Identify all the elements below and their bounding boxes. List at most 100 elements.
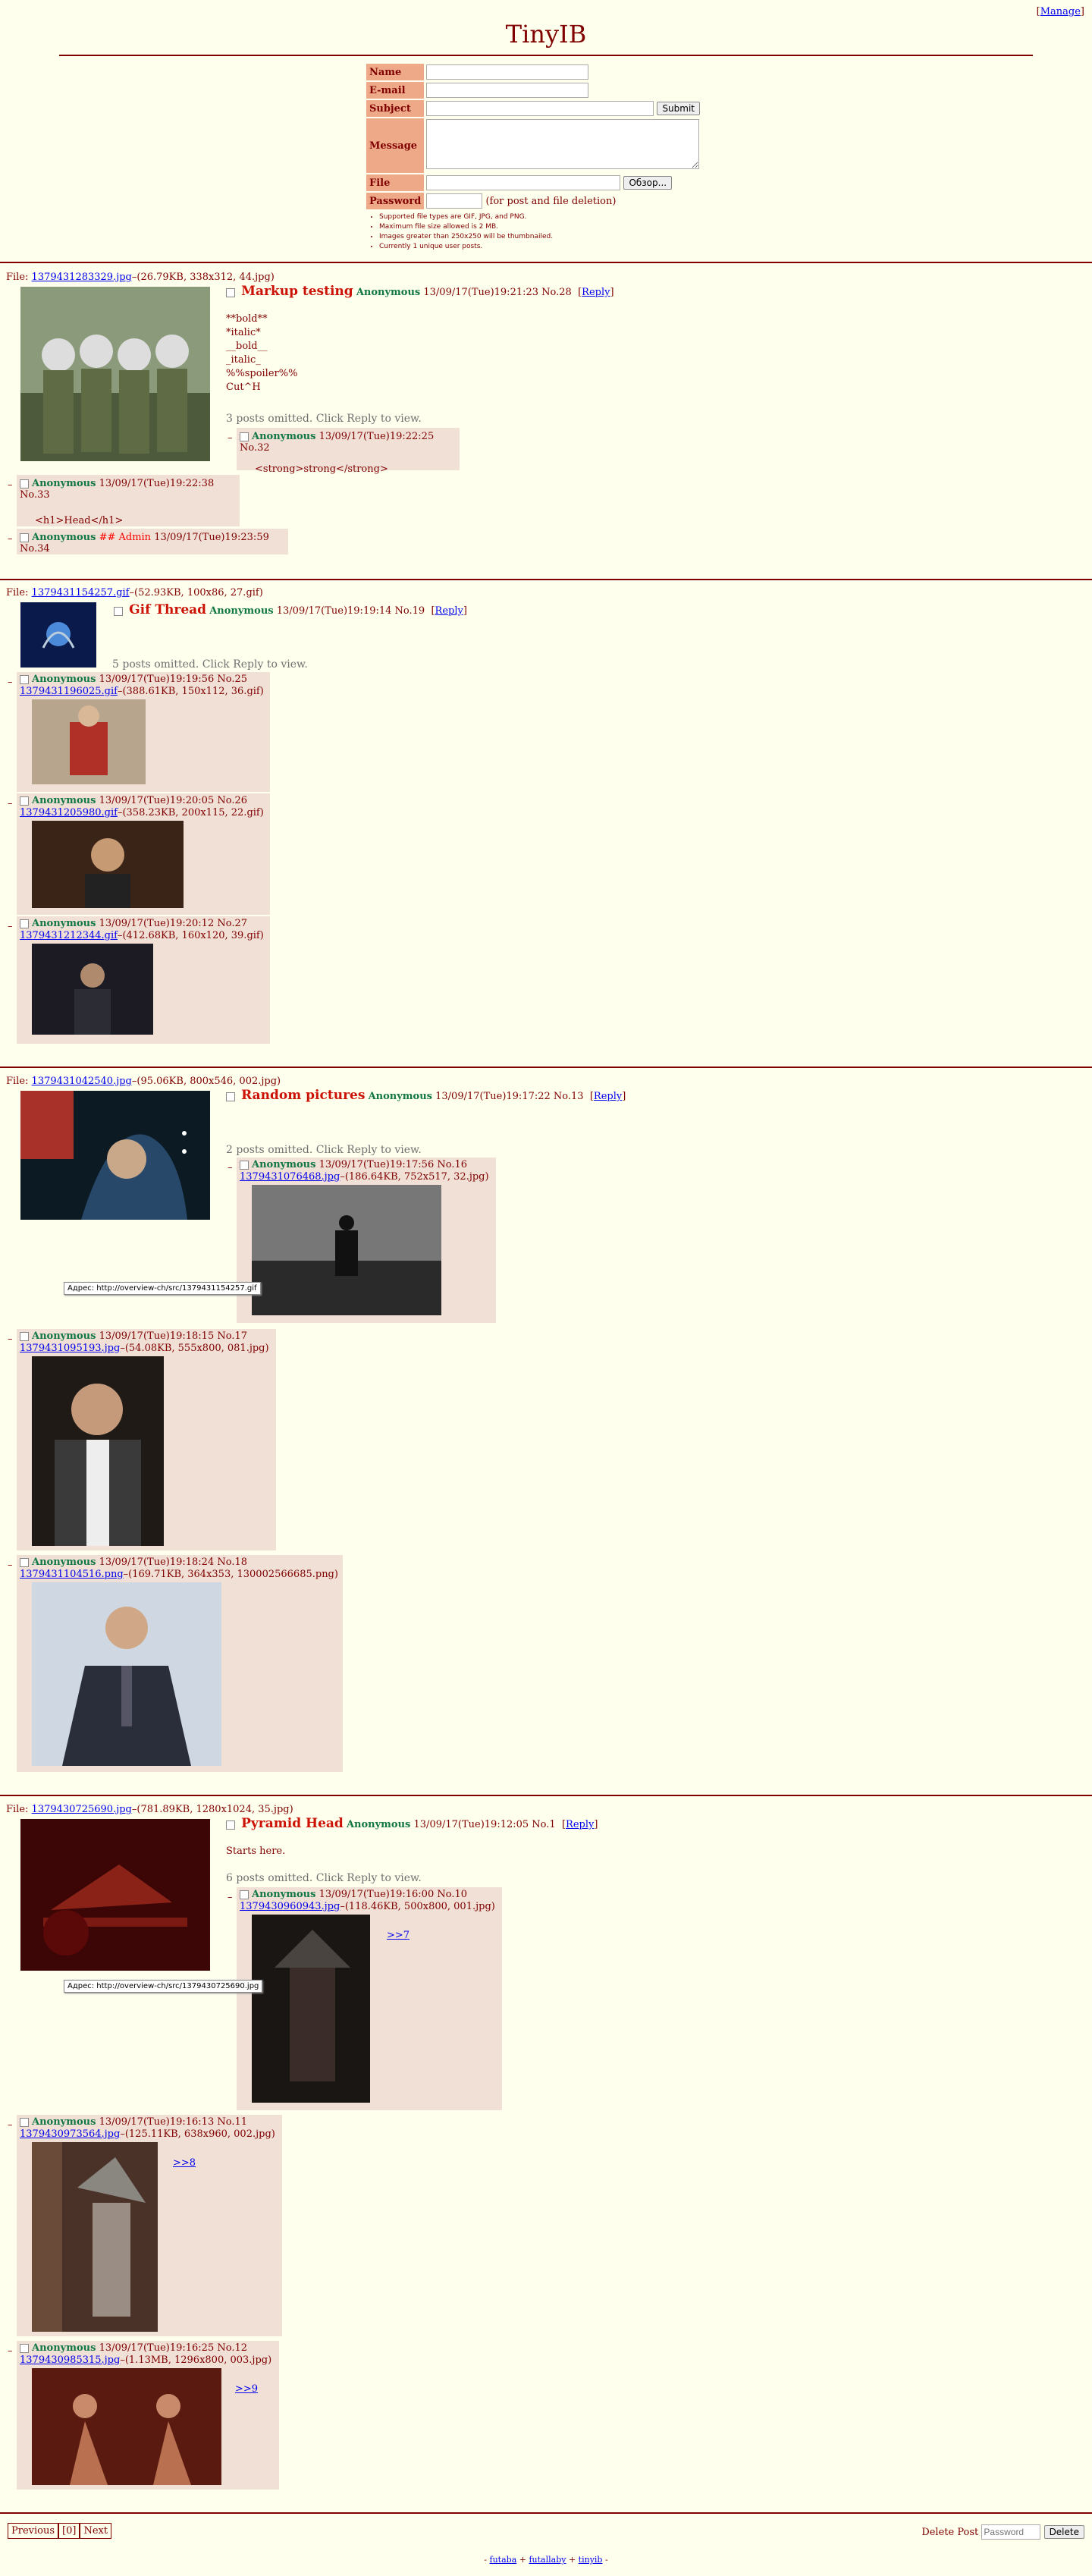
divider — [0, 262, 1092, 263]
file-link[interactable]: 1379431076468.jpg — [240, 1171, 340, 1183]
poster-name: Anonymous — [252, 431, 316, 442]
op-thumbnail[interactable] — [20, 287, 210, 461]
delete-password-input[interactable] — [981, 2524, 1041, 2540]
post-form: Name E-mail Subject Submit Message File … — [365, 62, 702, 211]
delete-checkbox[interactable] — [226, 287, 235, 297]
message-label: Message — [366, 118, 425, 173]
op-thumbnail[interactable] — [20, 1819, 210, 1971]
delete-checkbox[interactable] — [240, 432, 249, 441]
file-link[interactable]: 1379431095193.jpg — [20, 1343, 120, 1354]
quote-link[interactable]: >>8 — [173, 2157, 196, 2169]
browse-button[interactable]: Обзор... — [623, 176, 673, 190]
email-input[interactable] — [426, 83, 589, 98]
file-link[interactable]: 1379431212344.gif — [20, 930, 118, 941]
reply-thumbnail[interactable] — [252, 1915, 370, 2103]
rule-item: Images greater than 250x250 will be thum… — [379, 232, 553, 242]
quote-link[interactable]: >>9 — [235, 2383, 258, 2395]
message-line: **bold** — [226, 313, 268, 325]
file-link[interactable]: 1379431042540.jpg — [32, 1076, 132, 1087]
delete-checkbox[interactable] — [226, 1092, 235, 1101]
reply-thumbnail[interactable] — [32, 2142, 158, 2332]
post-date: 13/09/17(Tue)19:18:24 No.18 — [99, 1557, 247, 1568]
delete-checkbox[interactable] — [20, 479, 29, 488]
delete-checkbox[interactable] — [20, 1331, 29, 1341]
file-input[interactable] — [426, 175, 621, 190]
footer-link-tinyib[interactable]: tinyib — [579, 2555, 603, 2565]
op-thumbnail[interactable] — [20, 1091, 210, 1220]
file-prefix: File: — [6, 587, 32, 598]
reply-dash: – — [8, 1560, 13, 1571]
delete-checkbox[interactable] — [20, 1557, 29, 1567]
reply-thumbnail[interactable] — [32, 1356, 164, 1546]
delete-button[interactable]: Delete — [1043, 2525, 1084, 2539]
poster-name: Anonymous — [32, 1557, 96, 1568]
file-link[interactable]: 1379430973564.jpg — [20, 2128, 120, 2140]
thread-divider — [0, 2512, 1092, 2514]
reply-link[interactable]: Reply — [435, 605, 463, 617]
reply-header: Anonymous ## Admin 13/09/17(Tue)19:23:59… — [17, 529, 288, 558]
reply-thumbnail[interactable] — [32, 821, 184, 908]
reply-thumbnail[interactable] — [32, 2368, 221, 2485]
post-date: 13/09/17(Tue)19:18:15 No.17 — [99, 1330, 247, 1342]
reply-link[interactable]: Reply — [594, 1091, 622, 1102]
delete-checkbox[interactable] — [240, 1160, 249, 1170]
next-button[interactable]: Next — [80, 2523, 112, 2539]
name-input[interactable] — [426, 64, 589, 80]
delete-checkbox[interactable] — [20, 919, 29, 928]
reply-thumbnail[interactable] — [32, 944, 153, 1035]
poster-name: Anonymous — [368, 1091, 432, 1102]
delete-checkbox[interactable] — [226, 1820, 235, 1830]
reply-header: Anonymous 13/09/17(Tue)19:20:05 No.26 13… — [17, 793, 270, 821]
submit-button[interactable]: Submit — [657, 102, 701, 115]
message-textarea[interactable] — [426, 119, 700, 169]
delete-checkbox[interactable] — [20, 796, 29, 806]
poster-name: Anonymous — [252, 1159, 316, 1170]
file-meta: –(388.61KB, 150x112, 36.gif) — [117, 686, 264, 697]
reply-dash: – — [228, 432, 233, 444]
file-meta: –(118.46KB, 500x800, 001.jpg) — [340, 1901, 495, 1912]
delete-checkbox[interactable] — [20, 2117, 29, 2127]
footer-separator: - — [602, 2555, 608, 2565]
subject-input[interactable] — [426, 101, 654, 116]
file-link[interactable]: 1379430985315.jpg — [20, 2355, 120, 2366]
delete-checkbox[interactable] — [20, 674, 29, 684]
reply-link[interactable]: Reply — [566, 1819, 594, 1830]
delete-checkbox[interactable] — [20, 532, 29, 542]
thread-divider — [0, 1795, 1092, 1796]
message-line: __bold__ — [226, 341, 268, 352]
reply-dash: – — [8, 1334, 13, 1345]
board-title: TinyIB — [505, 20, 587, 49]
file-link[interactable]: 1379431283329.jpg — [32, 272, 132, 283]
reply-link[interactable]: Reply — [582, 287, 610, 298]
delete-checkbox[interactable] — [240, 1890, 249, 1899]
post-date: 13/09/17(Tue)19:16:13 No.11 — [99, 2116, 247, 2128]
post-subject: Pyramid Head — [241, 1816, 344, 1831]
manage-link[interactable]: Manage — [1040, 6, 1081, 17]
delete-label: Delete Post — [921, 2527, 979, 2538]
reply-thumbnail[interactable] — [32, 1582, 221, 1766]
file-link[interactable]: 1379431154257.gif — [32, 587, 130, 598]
op-thumbnail[interactable] — [20, 602, 96, 668]
delete-checkbox[interactable] — [114, 606, 123, 616]
file-link[interactable]: 1379431104516.png — [20, 1569, 124, 1580]
reply-thumbnail[interactable] — [32, 699, 146, 784]
url-tooltip: Адрес: http://overview-ch/src/1379431154… — [64, 1282, 261, 1295]
file-link[interactable]: 1379430725690.jpg — [32, 1804, 132, 1815]
footer-separator: + — [566, 2555, 579, 2565]
footer-separator: + — [516, 2555, 529, 2565]
password-input[interactable] — [426, 193, 483, 209]
delete-checkbox[interactable] — [20, 2343, 29, 2353]
footer-link-futallaby[interactable]: futallaby — [529, 2555, 566, 2565]
reply-dash: – — [8, 479, 13, 491]
file-link[interactable]: 1379431205980.gif — [20, 807, 118, 818]
url-tooltip: Адрес: http://overview-ch/src/1379430725… — [64, 1980, 263, 1993]
previous-button[interactable]: Previous — [8, 2523, 59, 2539]
thumbnail-image — [20, 287, 210, 461]
file-link[interactable]: 1379430960943.jpg — [240, 1901, 340, 1912]
quote-link[interactable]: >>7 — [387, 1930, 410, 1941]
footer-link-futaba[interactable]: futaba — [490, 2555, 517, 2565]
thumbnail-image — [20, 1819, 210, 1971]
file-link[interactable]: 1379431196025.gif — [20, 686, 118, 697]
reply-thumbnail[interactable] — [252, 1185, 441, 1315]
file-prefix: File: — [6, 1804, 32, 1815]
